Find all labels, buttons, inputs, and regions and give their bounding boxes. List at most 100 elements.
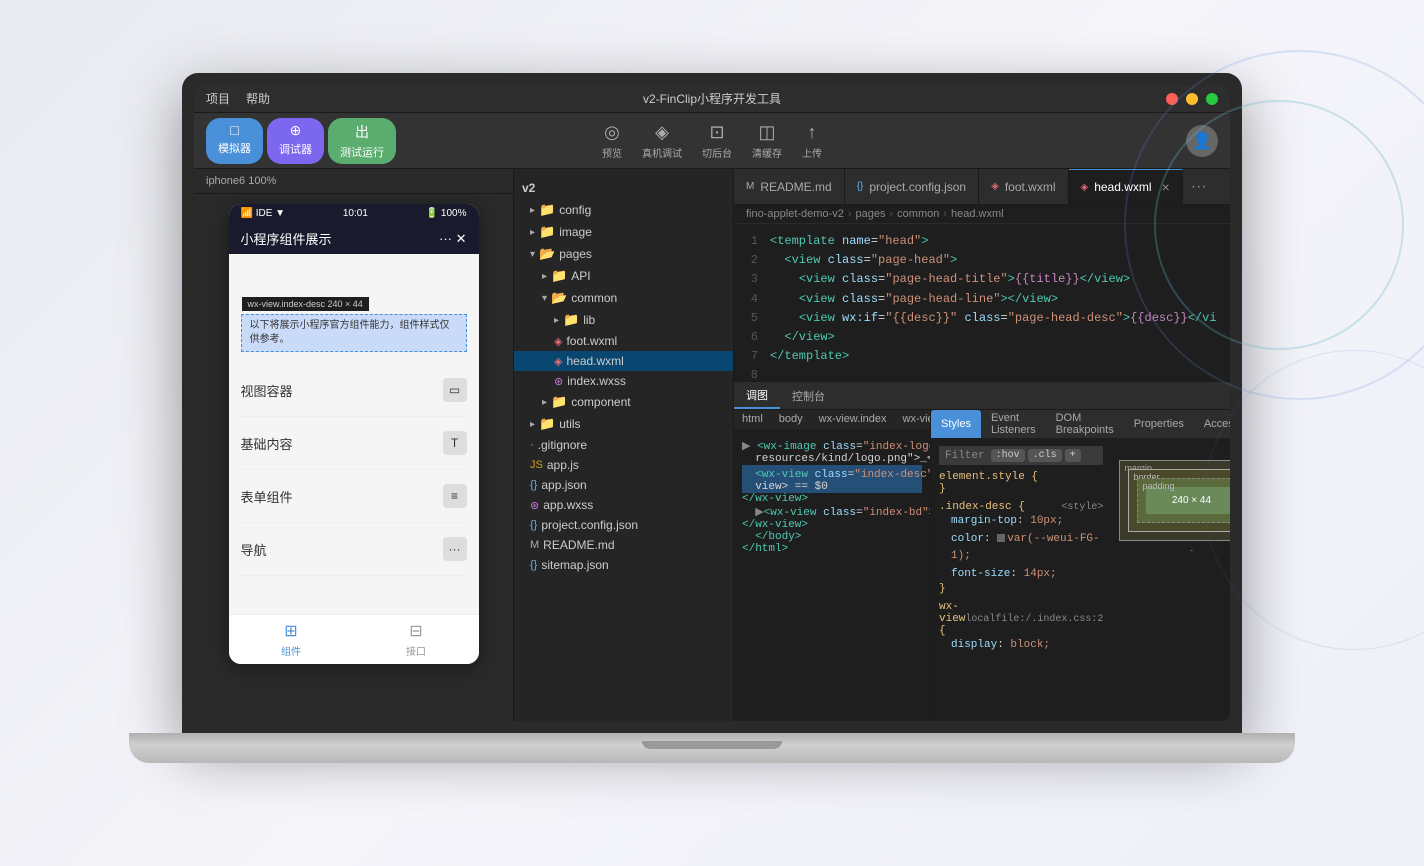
menu-item-0[interactable]: 视图容器 ▭: [241, 364, 467, 417]
html-line-3: <wx-view class="index-desc">以下将展示小程序官方组件…: [742, 465, 922, 481]
box-model: 10 margin border padding: [1111, 438, 1230, 721]
box-content-size: 240 × 44: [1146, 487, 1230, 514]
tree-item-common[interactable]: 📂 common: [514, 287, 733, 309]
save-icon: ◫: [758, 122, 775, 143]
minimize-button[interactable]: [1186, 93, 1198, 105]
phone-nav-api[interactable]: ⊟ 接口: [354, 615, 479, 664]
phone-more-icon[interactable]: ··· ✕: [439, 231, 467, 247]
tree-item-api[interactable]: 📁 API: [514, 265, 733, 287]
tab-more-button[interactable]: ···: [1183, 178, 1215, 196]
menu-project[interactable]: 项目: [206, 90, 230, 107]
code-editor[interactable]: 1 <template name="head"> 2 <view class="…: [734, 224, 1230, 381]
folder-component-icon: 📁: [551, 394, 567, 410]
cut-label: 切后台: [702, 145, 732, 160]
tree-item-gitignore[interactable]: · .gitignore: [514, 435, 733, 455]
tree-item-project-json[interactable]: {} project.config.json: [514, 515, 733, 535]
tree-item-component-label: component: [571, 395, 630, 409]
maximize-button[interactable]: [1206, 93, 1218, 105]
code-line-3: 3 <view class="page-head-title">{{title}…: [734, 270, 1230, 289]
tree-item-common-label: common: [571, 291, 617, 305]
action-preview[interactable]: ◎ 预览: [602, 122, 622, 160]
phone-menu: 视图容器 ▭ 基础内容 T 表单组件 ≡: [229, 356, 479, 584]
file-js-icon: JS: [530, 459, 543, 471]
file-md-icon: M: [530, 539, 539, 551]
tree-item-foot-wxml[interactable]: ◈ foot.wxml: [514, 331, 733, 351]
preview-device-label: iphone6 100%: [194, 169, 513, 194]
breadcrumb-2: common: [897, 208, 939, 220]
folder-utils-icon: 📁: [539, 416, 555, 432]
styles-tabs: Styles Event Listeners DOM Breakpoints P…: [931, 410, 1230, 438]
mode-test[interactable]: 出 测试运行: [328, 118, 396, 164]
menu-item-1[interactable]: 基础内容 T: [241, 417, 467, 470]
tree-item-pages[interactable]: 📂 pages: [514, 243, 733, 265]
close-button[interactable]: [1166, 93, 1178, 105]
tree-item-utils[interactable]: 📁 utils: [514, 413, 733, 435]
html-line-2: resources/kind/logo.png">_</wx-image>: [742, 453, 922, 465]
tree-item-lib[interactable]: 📁 lib: [514, 309, 733, 331]
phone-statusbar: 📶 IDE ▼ 10:01 🔋 100%: [229, 204, 479, 223]
tree-item-readme[interactable]: M README.md: [514, 535, 733, 555]
styles-tab-styles[interactable]: Styles: [931, 410, 981, 438]
menu-item-3[interactable]: 导航 ···: [241, 523, 467, 576]
menu-item-icon-1: T: [443, 431, 467, 455]
code-line-1: 1 <template name="head">: [734, 232, 1230, 251]
tab-readme[interactable]: M README.md: [734, 169, 845, 204]
menu-item-2[interactable]: 表单组件 ≡: [241, 470, 467, 523]
menu-bar[interactable]: 项目 帮助: [206, 90, 270, 107]
highlight-box: wx-view.index-desc 240 × 44 以下将展示小程序官方组件…: [241, 314, 467, 352]
menu-item-icon-0: ▭: [443, 378, 467, 402]
tab-head-wxml[interactable]: ◈ head.wxml ×: [1069, 169, 1183, 204]
menu-help[interactable]: 帮助: [246, 90, 270, 107]
chevron-lib: [554, 315, 559, 326]
html-preview[interactable]: ▶ <wx-image class="index-logo" src="../r…: [734, 431, 930, 721]
tree-item-sitemap[interactable]: {} sitemap.json: [514, 555, 733, 575]
tab-foot-label: foot.wxml: [1005, 180, 1056, 194]
user-avatar[interactable]: 👤: [1186, 125, 1218, 157]
mode-simulate[interactable]: □ 模拟器: [206, 118, 263, 164]
filter-plus[interactable]: +: [1065, 449, 1081, 462]
padding-label: padding: [1142, 481, 1174, 491]
path-wx-index-hd[interactable]: wx-view.index-hd: [895, 410, 931, 430]
tab-head-close[interactable]: ×: [1162, 179, 1170, 195]
folder-config-icon: 📁: [539, 202, 555, 218]
filter-cls[interactable]: .cls: [1028, 449, 1062, 462]
action-cut[interactable]: ⊡ 切后台: [702, 122, 732, 160]
tree-item-lib-label: lib: [583, 313, 595, 327]
laptop-base: [129, 733, 1295, 763]
code-line-2: 2 <view class="page-head">: [734, 251, 1230, 270]
phone-nav-components[interactable]: ⊞ 组件: [229, 615, 354, 664]
bottom-tab-console[interactable]: 控制台: [780, 382, 837, 409]
folder-image-icon: 📁: [539, 224, 555, 240]
file-xml-icon: ◈: [554, 335, 562, 348]
tree-item-app-json[interactable]: {} app.json: [514, 475, 733, 495]
tree-item-component[interactable]: 📁 component: [514, 391, 733, 413]
tree-item-image[interactable]: 📁 image: [514, 221, 733, 243]
styles-tab-a11y[interactable]: Accessibility: [1194, 410, 1230, 438]
action-save[interactable]: ◫ 清缓存: [752, 122, 782, 160]
tree-item-app-js[interactable]: JS app.js: [514, 455, 733, 475]
preview-icon: ◎: [604, 122, 620, 143]
sep-1: ›: [890, 208, 894, 220]
style-prop-font: font-size: 14px;: [939, 566, 1103, 584]
path-wx-index[interactable]: wx-view.index: [811, 410, 895, 430]
folder-lib-icon: 📁: [563, 312, 579, 328]
tab-project-config[interactable]: {} project.config.json: [845, 169, 979, 204]
tree-item-head-wxml[interactable]: ◈ head.wxml: [514, 351, 733, 371]
filter-hov[interactable]: :hov: [991, 449, 1025, 462]
tab-foot-wxml[interactable]: ◈ foot.wxml: [979, 169, 1068, 204]
path-html[interactable]: html: [734, 410, 771, 430]
bottom-tab-elements[interactable]: 调图: [734, 382, 780, 409]
styles-tab-events[interactable]: Event Listeners: [981, 410, 1046, 438]
styles-tab-dom[interactable]: DOM Breakpoints: [1046, 410, 1124, 438]
selector-end-0: }: [939, 583, 1103, 595]
styles-tab-props[interactable]: Properties: [1124, 410, 1194, 438]
tree-item-config[interactable]: 📁 config: [514, 199, 733, 221]
action-realtime[interactable]: ◈ 真机调试: [642, 122, 682, 160]
action-upload[interactable]: ↑ 上传: [802, 122, 822, 160]
tree-item-app-wxss[interactable]: ⊛ app.wxss: [514, 495, 733, 515]
styles-filter[interactable]: Filter :hov .cls +: [939, 446, 1103, 465]
path-body[interactable]: body: [771, 410, 811, 430]
highlight-text: 以下将展示小程序官方组件能力，组件样式仅供参考。: [250, 319, 458, 347]
mode-debug[interactable]: ⊕ 调试器: [267, 118, 324, 164]
tree-item-index-wxss[interactable]: ⊛ index.wxss: [514, 371, 733, 391]
